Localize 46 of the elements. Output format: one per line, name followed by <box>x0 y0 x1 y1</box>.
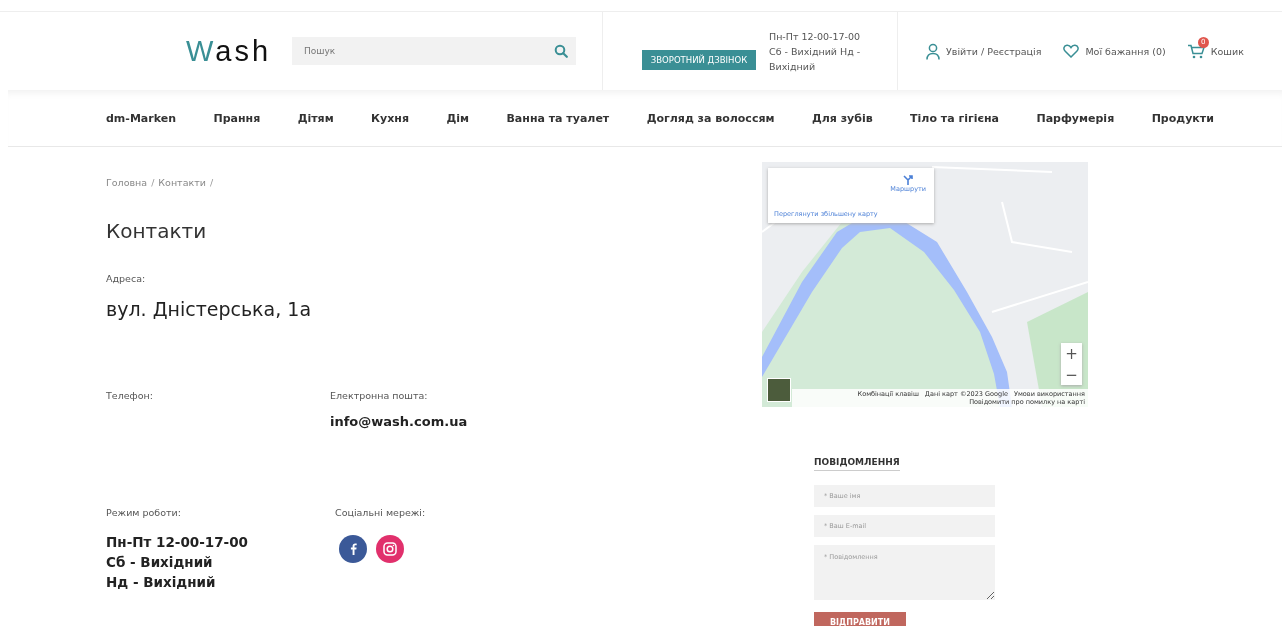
hours-line: Пн-Пт 12-00-17-00 <box>106 533 249 552</box>
nav-link[interactable]: Кухня <box>371 111 410 125</box>
hours-label: Режим роботи: <box>106 507 182 518</box>
search-icon[interactable] <box>554 44 568 58</box>
breadcrumb-link[interactable]: Контакти <box>158 177 206 188</box>
schedule-text: Пн-Пт 12-00-17-00 Сб - Вихідний Нд - Вихідний <box>769 29 862 74</box>
nav-link[interactable]: dm-Marken <box>106 111 176 125</box>
heart-icon <box>1063 44 1080 58</box>
nav-link[interactable]: Тіло та гігієна <box>910 111 999 125</box>
search-field[interactable]: Пошук <box>292 37 576 65</box>
hours-line: Нд - Вихідний <box>106 573 217 592</box>
hours-line: Сб - Вихідний <box>106 553 214 572</box>
breadcrumb-link[interactable]: Головна <box>106 177 148 188</box>
phone-label: Телефон: <box>106 390 154 403</box>
instagram-icon <box>383 542 397 556</box>
nav-link[interactable]: Дітям <box>297 111 334 125</box>
nav-link[interactable]: Продукти <box>1151 111 1214 125</box>
address-text: вул. Дністерська, 1а <box>106 298 313 320</box>
callback-button[interactable]: ЗВОРОТНИЙ ДЗВІНОК <box>641 50 757 70</box>
breadcrumb-separator: / <box>151 177 155 188</box>
wishlist-link[interactable]: Мої бажання (0) <box>1063 44 1166 58</box>
nav-link[interactable]: Дім <box>446 111 470 125</box>
email-label: Електронна пошта: <box>330 390 429 401</box>
user-icon <box>926 42 940 60</box>
logo[interactable]: Wash <box>186 34 292 68</box>
zoom-out-button[interactable]: − <box>1061 364 1082 385</box>
social-label: Соціальні мережі: <box>335 507 427 518</box>
login-link[interactable]: Увійти / Реєстрація <box>926 42 1042 60</box>
cart-icon <box>1187 43 1205 59</box>
social-link[interactable] <box>339 535 367 563</box>
address-label: Адреса: <box>106 273 147 284</box>
satellite-thumbnail[interactable] <box>767 378 791 402</box>
social-link[interactable] <box>376 535 404 563</box>
send-button[interactable]: ВІДПРАВИТИ <box>814 612 906 626</box>
facebook-icon <box>349 543 357 555</box>
nav-link[interactable]: Парфумерія <box>1036 111 1115 125</box>
nav-link[interactable]: Прання <box>213 111 261 125</box>
nav-link[interactable]: Догляд за волоссям <box>646 111 775 125</box>
nav-link[interactable]: Ванна та туалет <box>506 111 610 125</box>
email-text: info@wash.com.ua <box>330 414 469 429</box>
page-title: Контакти <box>106 219 208 243</box>
form-title: ПОВІДОМЛЕННЯ <box>814 457 900 471</box>
zoom-in-button[interactable]: + <box>1061 343 1082 364</box>
breadcrumb-separator: / <box>209 177 214 188</box>
directions-icon <box>903 174 914 185</box>
nav-link[interactable]: Для зубів <box>811 111 873 125</box>
